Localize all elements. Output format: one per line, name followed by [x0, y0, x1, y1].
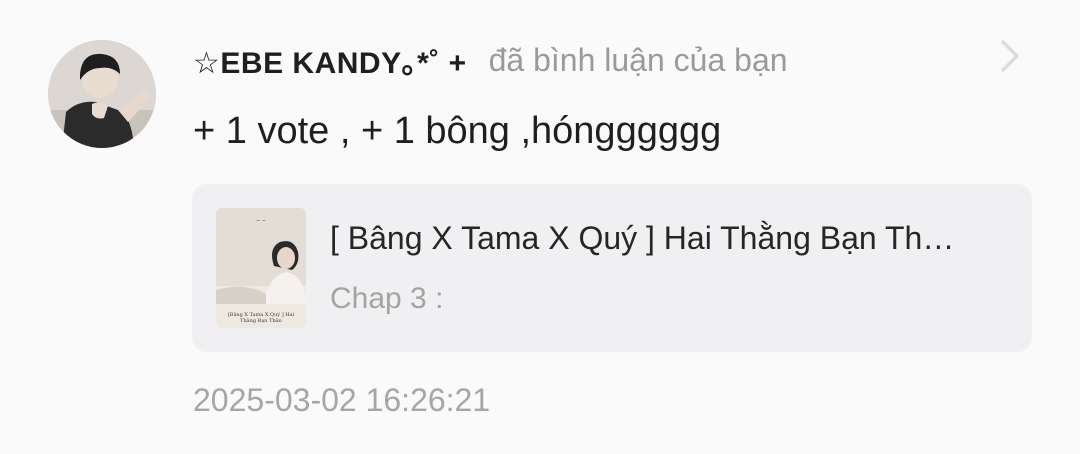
cover-photo: ~ ~: [216, 208, 306, 328]
avatar-photo: [48, 40, 156, 148]
chevron-right-icon[interactable]: [995, 38, 1023, 74]
cover-caption: [Bâng X Tama X Quý ] Hai Thằng Bạn Thân: [227, 312, 295, 324]
svg-text:~ ~: ~ ~: [256, 218, 266, 224]
story-cover-image: ~ ~ [Bâng X Tama X Quý ] Hai Thằng Bạn T…: [216, 208, 306, 328]
comment-text: + 1 vote , + 1 bông ,hóngggggg: [193, 110, 722, 152]
timestamp: 2025-03-02 16:26:21: [193, 382, 491, 418]
username[interactable]: ☆EBE KANDY｡*˚ +: [193, 38, 467, 82]
notification-header: ☆EBE KANDY｡*˚ + đã bình luận của bạn: [193, 36, 788, 84]
user-avatar[interactable]: [48, 40, 156, 148]
action-text: đã bình luận của bạn: [488, 41, 788, 78]
chapter-label: Chap 3 :: [330, 282, 444, 315]
story-title[interactable]: [ Bâng X Tama X Quý ] Hai Thằng Bạn Th…: [330, 220, 1020, 257]
story-card[interactable]: ~ ~ [Bâng X Tama X Quý ] Hai Thằng Bạn T…: [192, 184, 1032, 352]
comment-notification[interactable]: ☆EBE KANDY｡*˚ + đã bình luận của bạn + 1…: [0, 0, 1080, 454]
